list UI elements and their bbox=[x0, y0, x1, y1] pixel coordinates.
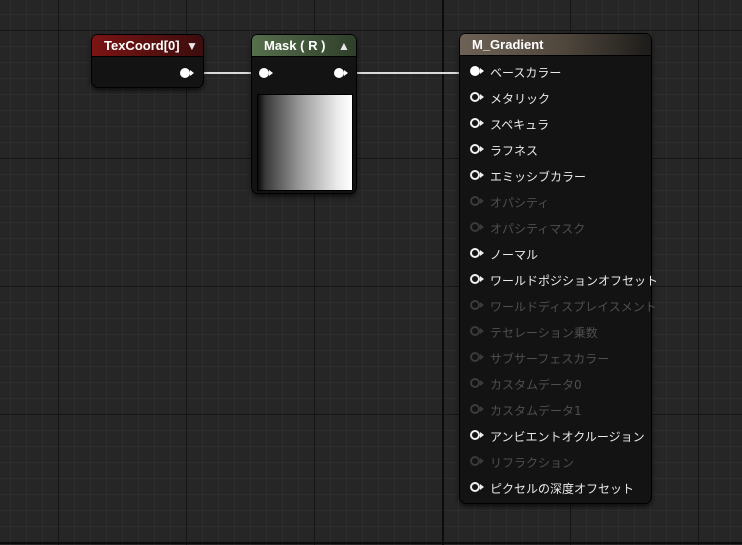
material-input-label: スペキュラ bbox=[490, 118, 550, 132]
material-node-title: M_Gradient bbox=[472, 37, 544, 52]
material-input-row[interactable]: メタリック bbox=[470, 85, 650, 111]
material-input-row: カスタムデータ0 bbox=[470, 371, 650, 397]
material-input-label: ラフネス bbox=[490, 144, 539, 158]
material-input-row[interactable]: ワールドポジションオフセット bbox=[470, 267, 658, 293]
material-input-row[interactable]: ベースカラー bbox=[470, 59, 650, 85]
material-input-row[interactable]: エミッシブカラー bbox=[470, 163, 650, 189]
material-node-header[interactable]: M_Gradient bbox=[460, 34, 651, 56]
material-input-row[interactable]: ピクセルの深度オフセット bbox=[470, 475, 650, 501]
material-input-row: オパシティマスク bbox=[470, 215, 650, 241]
material-input-label: エミッシブカラー bbox=[490, 170, 587, 184]
material-input-label: ピクセルの深度オフセット bbox=[490, 482, 635, 496]
material-input-pin bbox=[470, 195, 484, 209]
material-input-label: ワールドポジションオフセット bbox=[490, 274, 659, 288]
material-input-label: サブサーフェスカラー bbox=[490, 352, 610, 366]
material-input-row[interactable]: ノーマル bbox=[470, 241, 650, 267]
wire-mask-to-basecolor[interactable] bbox=[348, 72, 470, 74]
material-input-row: カスタムデータ1 bbox=[470, 397, 650, 423]
texcoord-node[interactable]: TexCoord[0] ▼ bbox=[92, 35, 203, 87]
material-input-pin bbox=[470, 325, 484, 339]
graph-axis-horizontal bbox=[0, 542, 742, 544]
material-input-row[interactable]: スペキュラ bbox=[470, 111, 650, 137]
material-input-pin[interactable] bbox=[470, 143, 484, 157]
material-input-label: カスタムデータ1 bbox=[490, 404, 582, 418]
material-input-row: サブサーフェスカラー bbox=[470, 345, 650, 371]
material-input-row: テセレーション乗数 bbox=[470, 319, 650, 345]
material-input-label: ベースカラー bbox=[490, 66, 562, 80]
material-input-row[interactable]: アンビエントオクルージョン bbox=[470, 423, 650, 449]
material-input-pin bbox=[470, 221, 484, 235]
material-result-node[interactable]: M_Gradient ベースカラー メタリックスペキュララフネスエミッシブカラーオ… bbox=[460, 34, 658, 503]
material-input-row[interactable]: ラフネス bbox=[470, 137, 650, 163]
material-input-label: メタリック bbox=[490, 92, 551, 106]
material-input-pin[interactable] bbox=[470, 247, 484, 261]
texcoord-node-title: TexCoord[0] bbox=[104, 38, 180, 53]
material-input-label: テセレーション乗数 bbox=[490, 326, 598, 340]
collapse-arrow-icon[interactable]: ▼ bbox=[186, 40, 198, 52]
material-input-pin[interactable] bbox=[470, 273, 484, 287]
mask-node-title: Mask ( R ) bbox=[264, 38, 326, 53]
material-input-label: ノーマル bbox=[490, 248, 539, 262]
material-input-label: オパシティ bbox=[490, 196, 550, 210]
material-input-label: カスタムデータ0 bbox=[490, 378, 582, 392]
material-input-pin bbox=[470, 351, 484, 365]
material-input-pin bbox=[470, 377, 484, 391]
gradient-preview-icon bbox=[257, 94, 353, 191]
material-input-pin[interactable] bbox=[470, 481, 484, 495]
material-input-pin bbox=[470, 403, 484, 417]
expand-arrow-icon[interactable]: ▲ bbox=[338, 40, 350, 52]
material-input-pin[interactable] bbox=[470, 429, 484, 443]
material-input-row: リフラクション bbox=[470, 449, 650, 475]
material-input-label: リフラクション bbox=[490, 456, 575, 470]
texcoord-node-header[interactable]: TexCoord[0] ▼ bbox=[92, 35, 203, 57]
material-input-pin[interactable] bbox=[470, 91, 484, 105]
material-input-pin[interactable] bbox=[470, 169, 484, 183]
material-input-pin[interactable] bbox=[470, 65, 484, 79]
mask-input-pin[interactable] bbox=[259, 67, 273, 81]
material-input-pin bbox=[470, 455, 484, 469]
mask-node[interactable]: Mask ( R ) ▲ bbox=[252, 35, 356, 193]
wire-texcoord-to-mask[interactable] bbox=[197, 72, 257, 74]
mask-output-pin[interactable] bbox=[334, 67, 348, 81]
texcoord-output-pin[interactable] bbox=[180, 67, 194, 81]
graph-axis-vertical bbox=[442, 0, 444, 545]
material-input-label: アンビエントオクルージョン bbox=[490, 430, 645, 444]
material-input-label: オパシティマスク bbox=[490, 222, 586, 236]
material-input-label: ワールドディスプレイスメント bbox=[490, 300, 657, 314]
material-input-row: ワールドディスプレイスメント bbox=[470, 293, 657, 319]
material-input-pin[interactable] bbox=[470, 117, 484, 131]
material-input-row: オパシティ bbox=[470, 189, 650, 215]
mask-node-header[interactable]: Mask ( R ) ▲ bbox=[252, 35, 356, 57]
material-input-pin bbox=[470, 299, 484, 313]
